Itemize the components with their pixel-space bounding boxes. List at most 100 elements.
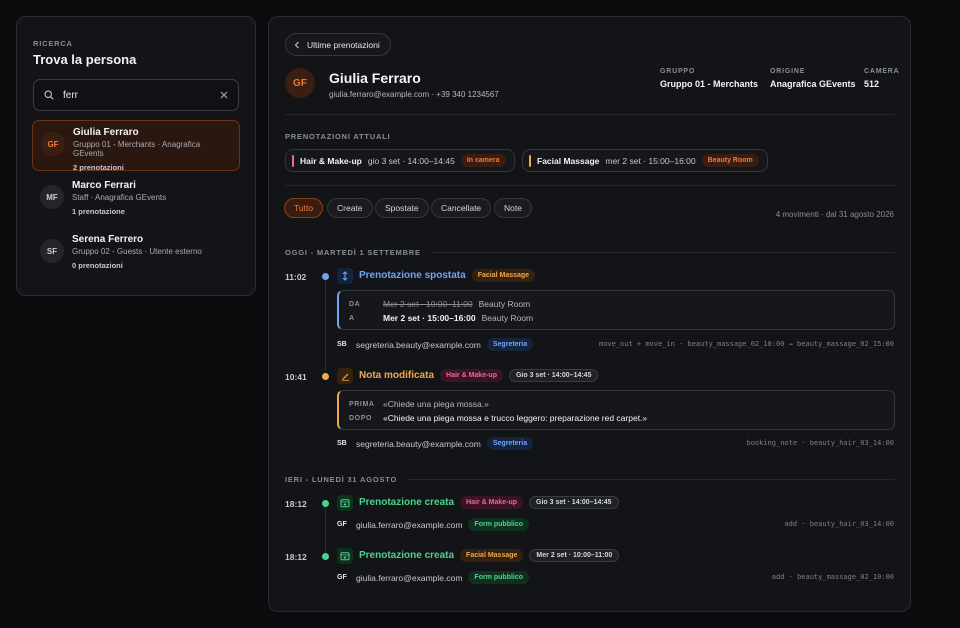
event-code: add · beauty_massage_02_10:00	[771, 573, 894, 581]
event-title-text: Prenotazione creata	[359, 497, 455, 508]
actor-initials: SB	[337, 440, 347, 447]
event-title: Prenotazione creata Facial Massage Mer 2…	[359, 549, 620, 562]
service-tag: Hair & Make-up	[440, 369, 503, 382]
to-label: A	[349, 314, 355, 322]
event-code: move_out + move_in · beauty_massage_02_1…	[598, 340, 894, 348]
timeline-line	[325, 279, 326, 375]
day-label: Ieri - lunedì 31 agosto	[285, 475, 398, 484]
before-label: PRIMA	[349, 400, 375, 408]
result-item-giulia-ferraro[interactable]: GF Giulia Ferraro Gruppo 01 - Merchants …	[32, 120, 240, 172]
timeline-dot	[322, 373, 329, 380]
timeline-dot	[322, 273, 329, 280]
service-tag: Hair & Make-up	[460, 496, 524, 509]
color-bar	[529, 154, 531, 167]
person-name: Giulia Ferraro	[329, 70, 421, 86]
actor-tag: Segreteria	[486, 338, 534, 351]
slot-tag: Gio 3 set · 14:00–14:45	[529, 496, 619, 509]
avatar: SF	[40, 239, 64, 263]
day-divider	[407, 479, 895, 480]
meta-room: Camera 512	[864, 68, 900, 89]
event-title-text: Prenotazione spostata	[359, 270, 466, 281]
result-name: Marco Ferrari	[72, 180, 136, 191]
note-after: «Chiede una piega mossa e trucco leggero…	[383, 413, 648, 423]
avatar: GF	[285, 68, 315, 98]
day-header: Oggi - martedì 1 settembre	[285, 248, 895, 257]
meta-value: 512	[864, 79, 880, 89]
current-bookings-label: Prenotazioni attuali	[285, 132, 391, 141]
filter-create[interactable]: Create	[327, 198, 373, 218]
avatar: MF	[40, 185, 64, 209]
result-name: Giulia Ferraro	[73, 127, 139, 138]
service-tag: Facial Massage	[471, 269, 536, 282]
event-time: 11:02	[285, 272, 307, 282]
after-label: DOPO	[349, 414, 373, 422]
booking-service: Facial Massage	[537, 155, 600, 166]
back-button[interactable]: Ultime prenotazioni	[285, 33, 391, 56]
person-contact: giulia.ferraro@example.com · +39 340 123…	[329, 90, 499, 99]
event-title: Nota modificata Hair & Make-up Gio 3 set…	[359, 369, 599, 382]
actor-email: segreteria.beauty@example.com	[356, 339, 481, 350]
search-title: Trova la persona	[33, 52, 137, 67]
day-label: Oggi - martedì 1 settembre	[285, 248, 421, 257]
result-item-serena-ferrero[interactable]: SF Serena Ferrero Gruppo 02 - Guests · U…	[32, 228, 240, 279]
filter-tutto[interactable]: Tutto	[284, 198, 324, 218]
edit-icon	[337, 368, 353, 384]
actor-tag: Form pubblico	[468, 518, 530, 531]
timeline-line	[325, 507, 326, 559]
event-code: add · beauty_hair_03_14:00	[784, 520, 894, 528]
actor-email: giulia.ferraro@example.com	[356, 519, 463, 530]
event-time: 10:41	[285, 372, 307, 382]
from-when: Mer 2 set · 10:00–11:00	[383, 299, 473, 309]
day-divider	[430, 252, 895, 253]
filter-note[interactable]: Note	[494, 198, 532, 218]
meta-label: Gruppo	[660, 68, 696, 75]
result-item-marco-ferrari[interactable]: MF Marco Ferrari Staff · Anagrafica GEve…	[32, 174, 240, 225]
calendar-add-icon	[337, 495, 353, 511]
booking-when: gio 3 set · 14:00–14:45	[367, 155, 455, 166]
meta-label: Origine	[770, 68, 806, 75]
result-subtitle: Gruppo 02 - Guests · Utente esterno	[72, 247, 202, 256]
actor-initials: SB	[337, 341, 347, 348]
meta-value: Gruppo 01 - Merchants	[660, 79, 759, 89]
result-count: 0 prenotazioni	[72, 261, 123, 270]
status-badge: Beauty Room	[701, 154, 759, 167]
current-booking-card[interactable]: Facial Massage mer 2 set · 15:00–16:00 B…	[522, 149, 768, 172]
day-header: Ieri - lunedì 31 agosto	[285, 475, 895, 484]
actor-email: giulia.ferraro@example.com	[356, 572, 463, 583]
event-title: Prenotazione creata Hair & Make-up Gio 3…	[359, 496, 619, 509]
timeline-dot	[322, 553, 329, 560]
actor-initials: GF	[337, 574, 347, 581]
event-code: booking_note · beauty_hair_03_14:00	[746, 439, 894, 447]
person-detail-panel: Ultime prenotazioni GF Giulia Ferraro gi…	[268, 16, 911, 612]
event-title-text: Nota modificata	[359, 370, 435, 381]
from-label: DA	[349, 300, 361, 308]
calendar-add-icon	[337, 548, 353, 564]
note-detail: PRIMA «Chiede una piega mossa.» DOPO «Ch…	[337, 390, 895, 430]
meta-value: Anagrafica GEvents	[770, 79, 856, 89]
movements-summary: 4 movimenti · dal 31 agosto 2026	[775, 210, 894, 219]
slot-tag: Mer 2 set · 10:00–11:00	[529, 549, 620, 562]
move-detail: DA Mer 2 set · 10:00–11:00 Beauty Room A…	[337, 290, 895, 330]
note-before: «Chiede una piega mossa.»	[383, 399, 489, 409]
search-icon	[44, 90, 54, 100]
back-label: Ultime prenotazioni	[307, 39, 380, 50]
result-subtitle: Gruppo 01 - Merchants · Anagrafica GEven…	[73, 140, 201, 158]
avatar: GF	[41, 132, 65, 156]
search-input[interactable]	[63, 89, 211, 101]
result-count: 1 prenotazione	[72, 207, 125, 216]
current-booking-card[interactable]: Hair & Make-up gio 3 set · 14:00–14:45 I…	[285, 149, 515, 172]
service-tag: Facial Massage	[460, 549, 524, 562]
filter-cancellate[interactable]: Cancellate	[431, 198, 492, 218]
status-badge: In camera	[460, 154, 506, 167]
slot-tag: Gio 3 set · 14:00–14:45	[508, 369, 599, 382]
chevron-left-icon	[294, 41, 300, 49]
result-subtitle: Staff · Anagrafica GEvents	[72, 193, 167, 202]
meta-origin: Origine Anagrafica GEvents	[770, 68, 856, 89]
timeline-dot	[322, 500, 329, 507]
clear-icon[interactable]	[220, 91, 228, 99]
event-actor: SB segreteria.beauty@example.com Segrete…	[337, 437, 534, 450]
actor-initials: GF	[337, 521, 347, 528]
actor-tag: Segreteria	[486, 437, 534, 450]
search-box[interactable]	[33, 79, 239, 111]
filter-spostate[interactable]: Spostate	[375, 198, 429, 218]
